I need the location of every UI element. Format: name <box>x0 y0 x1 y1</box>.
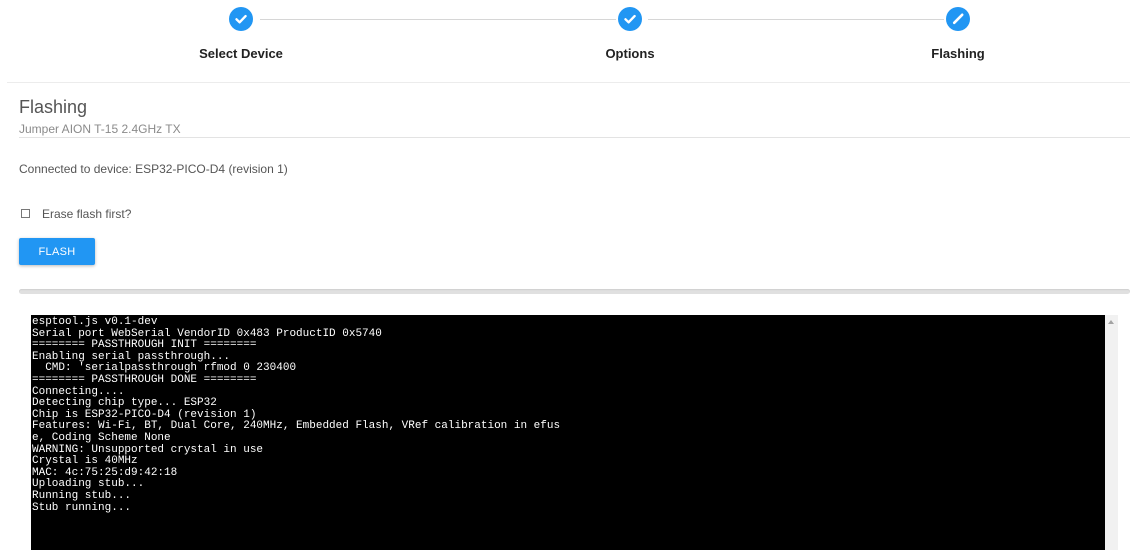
erase-flash-checkbox[interactable] <box>21 209 30 218</box>
check-icon <box>624 14 636 24</box>
terminal-line: Stub running... <box>32 501 132 514</box>
terminal-line: Detecting chip type... ESP32 <box>32 397 217 410</box>
terminal-line: MAC: 4c:75:25:d9:42:18 <box>32 466 178 479</box>
terminal-line: Running stub... <box>32 489 132 502</box>
terminal-output[interactable]: esptool.js v0.1-dev Serial port WebSerial… <box>31 315 1105 550</box>
step-1-label: Select Device <box>199 46 283 61</box>
step-3-active-icon <box>946 7 970 31</box>
flasher-page: Select Device Options Flashing Flashing … <box>0 0 1130 550</box>
device-subtitle: Jumper AION T-15 2.4GHz TX <box>19 122 181 136</box>
connection-status: Connected to device: ESP32-PICO-D4 (revi… <box>19 162 288 176</box>
terminal-line: e, Coding Scheme None <box>32 431 171 444</box>
terminal-line: Crystal is 40MHz <box>32 455 138 468</box>
step-1-complete-icon <box>229 7 253 31</box>
terminal-scrollbar[interactable] <box>1105 315 1118 550</box>
terminal-line: WARNING: Unsupported crystal in use <box>32 443 264 456</box>
terminal-line: esptool.js v0.1-dev <box>32 316 158 328</box>
scroll-up-icon[interactable] <box>1108 320 1114 324</box>
step-3-label: Flashing <box>931 46 985 61</box>
step-connector-1 <box>260 19 616 20</box>
pencil-icon <box>952 13 964 25</box>
terminal-line: Uploading stub... <box>32 478 145 491</box>
stepper: Select Device Options Flashing <box>7 0 1130 83</box>
check-icon <box>235 14 247 24</box>
divider <box>19 137 1130 138</box>
step-connector-2 <box>648 19 944 20</box>
erase-flash-label[interactable]: Erase flash first? <box>42 207 131 221</box>
page-title: Flashing <box>19 97 88 117</box>
step-2-complete-icon <box>618 7 642 31</box>
terminal-line: ======== PASSTHROUGH DONE ======== <box>32 373 257 386</box>
terminal-log: esptool.js v0.1-dev Serial port WebSerial… <box>31 315 1105 514</box>
flash-button[interactable]: FLASH <box>19 238 95 265</box>
step-2-label: Options <box>605 46 655 61</box>
terminal-line: Features: Wi-Fi, BT, Dual Core, 240MHz, … <box>32 420 561 433</box>
flash-progress-bar <box>19 289 1130 294</box>
